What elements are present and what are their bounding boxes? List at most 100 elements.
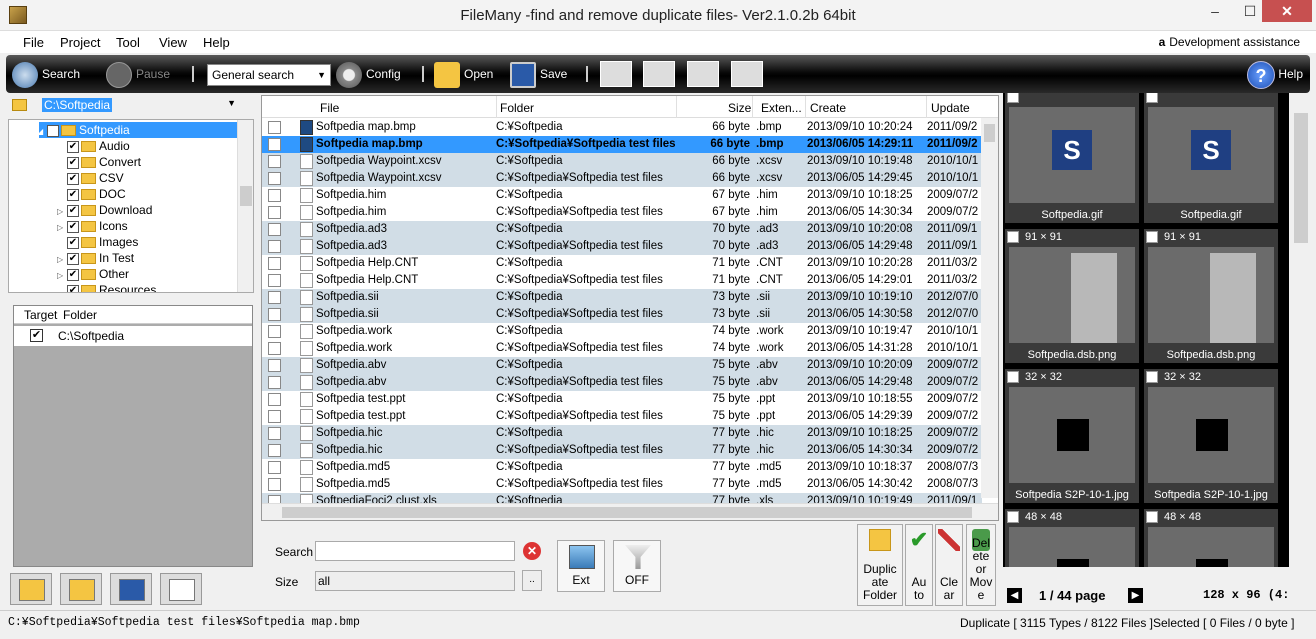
size-options-button[interactable]: .. [522,570,542,591]
thumbnail-checkbox[interactable] [1146,231,1158,244]
tree-node[interactable]: ▷ ✔ In Test [57,250,134,266]
scrollbar-thumb[interactable] [282,507,972,518]
menu-file[interactable]: File [23,35,44,50]
remove-folder-tab[interactable] [60,573,102,605]
pause-button[interactable]: Pause [106,59,170,89]
target-checkbox[interactable]: ✔ [30,329,43,342]
thumbnail-checkbox[interactable] [1007,511,1019,524]
thumbnail-checkbox[interactable] [1007,93,1019,104]
tree-node[interactable]: ✔ DOC [57,186,126,202]
config-button[interactable]: Config [336,59,401,89]
target-row[interactable]: ✔ C:\Softpedia [14,326,252,346]
tree-checkbox[interactable]: ✔ [67,188,79,201]
search-input[interactable] [315,541,515,561]
list-view-tab[interactable] [110,573,152,605]
tree-checkbox[interactable]: ✔ [47,124,59,137]
tree-checkbox[interactable]: ✔ [67,220,79,233]
help-button[interactable]: ? Help [1247,59,1303,89]
thumbnail-tile[interactable]: 48 × 48 [1144,509,1278,567]
table-row[interactable]: Softpedia.him C:¥Softpedia 67 byte .him 2013… [262,187,982,204]
thumbnail-checkbox[interactable] [1146,93,1158,104]
tree-node[interactable]: ▷ ✔ Download [57,202,152,218]
save-button[interactable]: Save [510,59,567,89]
menu-tool[interactable]: Tool [116,35,140,50]
table-row[interactable]: Softpedia map.bmp C:¥Softpedia 66 byte .bmp… [262,119,982,136]
thumbnail-checkbox[interactable] [1146,371,1158,384]
row-checkbox[interactable] [268,240,281,253]
column-target[interactable]: Target [24,308,57,322]
menu-help[interactable]: Help [203,35,230,50]
tree-node[interactable]: ✔ Resources [57,282,156,292]
row-checkbox[interactable] [268,427,281,440]
thumbnail-horizontal-scrollbar[interactable] [1003,567,1310,583]
tree-node-root[interactable]: ◢ ✔ Softpedia [37,122,130,138]
grid-vertical-scrollbar[interactable] [981,118,998,498]
row-checkbox[interactable] [268,291,281,304]
column-size[interactable]: Size [728,101,751,115]
thumbnail-tile[interactable]: 91 × 91 Softpedia.dsb.png [1144,229,1278,363]
thumbnail-checkbox[interactable] [1007,231,1019,244]
tree-checkbox[interactable]: ✔ [67,156,79,169]
table-row[interactable]: Softpedia Waypoint.xcsv C:¥Softpedia 66 by… [262,153,982,170]
column-update[interactable]: Update [931,101,970,115]
row-checkbox[interactable] [268,376,281,389]
tree-checkbox[interactable]: ✔ [67,268,79,281]
auto-select-button[interactable]: ✔ Au to [905,524,933,606]
layout-list-button[interactable] [600,61,632,87]
column-folder[interactable]: Folder [500,101,534,115]
search-button[interactable]: Search [12,59,80,89]
table-row[interactable]: Softpedia.work C:¥Softpedia¥Softpedia tes… [262,340,982,357]
row-checkbox[interactable] [268,410,281,423]
folder-select[interactable]: C:\Softpedia ▼ [8,96,252,116]
column-create[interactable]: Create [810,101,846,115]
table-row[interactable]: Softpedia Help.CNT C:¥Softpedia 71 byte .CN… [262,255,982,272]
table-row[interactable]: Softpedia.md5 C:¥Softpedia¥Softpedia test… [262,476,982,493]
table-row[interactable]: Softpedia.md5 C:¥Softpedia 77 byte .md5 2013… [262,459,982,476]
duplicate-file-grid[interactable]: File Folder Size Exten... Create Update … [261,95,999,521]
column-extension[interactable]: Exten... [761,101,802,115]
row-checkbox[interactable] [268,121,281,134]
table-row[interactable]: Softpedia.hic C:¥Softpedia¥Softpedia test… [262,442,982,459]
open-button[interactable]: Open [434,59,493,89]
tree-checkbox[interactable]: ✔ [67,204,79,217]
thumbnail-tile[interactable]: 32 × 32 Softpedia S2P-10-1.jpg [1005,369,1139,503]
clear-selection-button[interactable]: Cle ar [935,524,963,606]
row-checkbox[interactable] [268,325,281,338]
tree-checkbox[interactable]: ✔ [67,284,79,292]
column-folder[interactable]: Folder [63,308,97,322]
row-checkbox[interactable] [268,172,281,185]
table-row[interactable]: Softpedia Waypoint.xcsv C:¥Softpedia¥Soft… [262,170,982,187]
add-folder-tab[interactable] [10,573,52,605]
column-file[interactable]: File [320,101,339,115]
row-checkbox[interactable] [268,342,281,355]
tree-node[interactable]: ✔ Convert [57,154,141,170]
table-row[interactable]: Softpedia test.ppt C:¥Softpedia 75 byte .pp… [262,391,982,408]
row-checkbox[interactable] [268,393,281,406]
tree-checkbox[interactable]: ✔ [67,252,79,265]
search-mode-select[interactable]: General search ▼ [207,64,331,86]
tree-checkbox[interactable]: ✔ [67,140,79,153]
grid-horizontal-scrollbar[interactable] [262,503,998,520]
table-row[interactable]: Softpedia.sii C:¥Softpedia¥Softpedia test… [262,306,982,323]
row-checkbox[interactable] [268,206,281,219]
duplicate-folder-button[interactable]: Duplic ate Folder [857,524,903,606]
row-checkbox[interactable] [268,274,281,287]
tree-checkbox[interactable]: ✔ [67,236,79,249]
thumbnail-size-select[interactable]: 128 x 96 (4: [1203,588,1289,602]
table-row[interactable]: Softpedia.him C:¥Softpedia¥Softpedia test… [262,204,982,221]
scrollbar-thumb[interactable] [240,186,252,206]
table-row[interactable]: Softpedia.ad3 C:¥Softpedia 70 byte .ad3 2013… [262,221,982,238]
scrollbar-thumb[interactable] [1294,113,1308,243]
row-checkbox[interactable] [268,461,281,474]
row-checkbox[interactable] [268,359,281,372]
menu-project[interactable]: Project [60,35,100,50]
previous-page-icon[interactable]: ◀ [1007,588,1022,603]
table-row[interactable]: Softpedia.abv C:¥Softpedia¥Softpedia test… [262,374,982,391]
document-tab[interactable] [160,573,202,605]
row-checkbox[interactable] [268,257,281,270]
thumbnail-checkbox[interactable] [1146,511,1158,524]
size-filter-field[interactable]: all [315,571,515,591]
thumbnail-scrollbar[interactable] [1292,93,1310,567]
scrollbar-thumb[interactable] [984,124,995,142]
table-row[interactable]: Softpedia.abv C:¥Softpedia 75 byte .abv 2013… [262,357,982,374]
